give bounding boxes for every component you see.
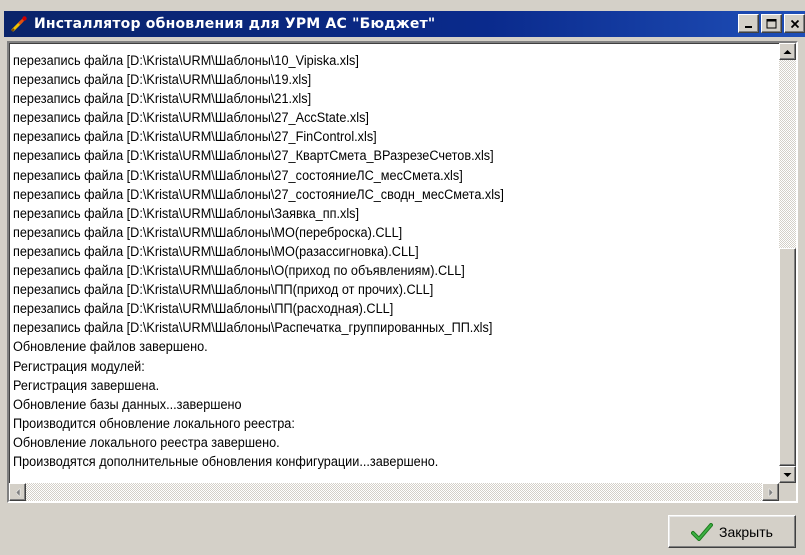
window-controls (738, 14, 805, 33)
log-line: Обновление файлов завершено. (13, 339, 208, 355)
log-line: перезапись файла [D:\Krista\URM\Шаблоны\… (13, 205, 360, 221)
log-line: перезапись файла [D:\Krista\URM\Шаблоны\… (13, 301, 394, 317)
maximize-icon (766, 18, 777, 28)
log-line: перезапись файла [D:\Krista\URM\Шаблоны\… (13, 110, 369, 126)
log-textbox[interactable]: перезапись файла [D:\Krista\URM\Шаблоны\… (7, 41, 798, 503)
arrow-right-icon (768, 487, 773, 497)
minimize-button[interactable] (738, 14, 759, 33)
title-bar[interactable]: Инсталлятор обновления для УРМ АС "Бюдже… (4, 11, 805, 37)
close-button[interactable]: Закрыть (668, 515, 796, 548)
log-line: Регистрация завершена. (13, 377, 160, 393)
log-lines: перезапись файла [D:\Krista\URM\Шаблоны\… (13, 51, 777, 481)
log-line: Производится обновление локального реест… (13, 415, 295, 431)
minimize-icon (744, 25, 752, 28)
maximize-button[interactable] (761, 14, 782, 33)
log-line: Обновление локального реестра завершено. (13, 434, 280, 450)
installer-wrench-icon (10, 15, 28, 33)
log-line: перезапись файла [D:\Krista\URM\Шаблоны\… (13, 72, 312, 88)
log-line: перезапись файла [D:\Krista\URM\Шаблоны\… (13, 167, 463, 183)
scroll-left-button[interactable] (9, 483, 26, 501)
horizontal-scrollbar[interactable] (9, 483, 779, 501)
log-line: перезапись файла [D:\Krista\URM\Шаблоны\… (13, 320, 493, 336)
log-line: Производятся дополнительные обновления к… (13, 453, 439, 469)
checkmark-icon (691, 522, 714, 541)
arrow-left-icon (15, 487, 20, 497)
log-line: Обновление базы данных...завершено (13, 396, 242, 412)
arrow-down-icon (783, 472, 792, 477)
arrow-up-icon (783, 49, 792, 54)
scroll-up-button[interactable] (779, 43, 796, 60)
log-line: перезапись файла [D:\Krista\URM\Шаблоны\… (13, 243, 419, 259)
log-line: перезапись файла [D:\Krista\URM\Шаблоны\… (13, 91, 312, 107)
close-window-button[interactable] (784, 14, 805, 33)
scroll-right-button[interactable] (762, 483, 779, 501)
installer-window: Инсталлятор обновления для УРМ АС "Бюдже… (0, 0, 805, 555)
log-line: перезапись файла [D:\Krista\URM\Шаблоны\… (13, 282, 434, 298)
scrollbar-corner (779, 483, 796, 501)
window-title: Инсталлятор обновления для УРМ АС "Бюдже… (34, 16, 436, 32)
log-line: перезапись файла [D:\Krista\URM\Шаблоны\… (13, 129, 377, 145)
vertical-scrollbar[interactable] (779, 43, 796, 483)
log-line: перезапись файла [D:\Krista\URM\Шаблоны\… (13, 186, 504, 202)
log-line: перезапись файла [D:\Krista\URM\Шаблоны\… (13, 224, 403, 240)
close-icon (790, 19, 799, 28)
log-line: перезапись файла [D:\Krista\URM\Шаблоны\… (13, 148, 494, 164)
log-line: перезапись файла [D:\Krista\URM\Шаблоны\… (13, 53, 359, 68)
log-line: Регистрация модулей: (13, 358, 145, 374)
close-button-label: Закрыть (719, 523, 773, 540)
scroll-down-button[interactable] (779, 466, 796, 483)
vertical-scroll-thumb[interactable] (779, 248, 796, 466)
log-line: перезапись файла [D:\Krista\URM\Шаблоны\… (13, 263, 465, 279)
